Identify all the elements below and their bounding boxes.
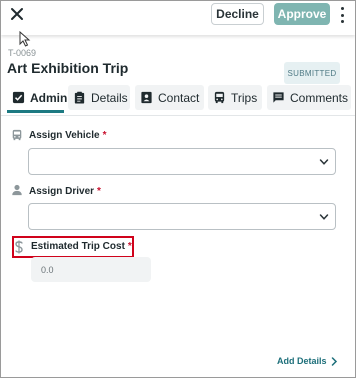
more-options-icon[interactable]: [336, 7, 348, 23]
tab-label: Comments: [290, 90, 349, 105]
tab-label: Contact: [158, 90, 200, 105]
status-badge: SUBMITTED: [284, 62, 340, 84]
tab-label: Details: [91, 90, 128, 105]
chevron-right-icon: [331, 356, 337, 366]
clipboard-icon: [74, 91, 85, 104]
assign-driver-label-text: Assign Driver: [29, 186, 95, 197]
chevron-down-icon: [319, 214, 329, 220]
dollar-icon: [15, 240, 23, 254]
estimated-trip-cost-input[interactable]: 0.0: [31, 257, 151, 282]
tab-trips[interactable]: Trips: [208, 85, 262, 110]
tab-admin[interactable]: Admin: [7, 85, 68, 110]
person-icon: [12, 184, 22, 196]
add-details-label: Add Details: [277, 356, 327, 366]
app-window: Decline Approve T-0069 Art Exhibition Tr…: [0, 0, 356, 378]
comment-icon: [273, 92, 284, 103]
close-icon[interactable]: [9, 6, 25, 22]
add-details-link[interactable]: Add Details: [277, 356, 338, 366]
tab-comments[interactable]: Comments: [267, 85, 351, 110]
estimated-trip-cost-label: Estimated Trip Cost *: [31, 241, 132, 252]
assign-vehicle-label-text: Assign Vehicle: [29, 130, 100, 141]
mouse-cursor-icon: [19, 31, 31, 47]
trip-id: T-0069: [8, 48, 37, 58]
tab-label: Admin: [30, 90, 68, 105]
bus-icon: [214, 91, 225, 104]
tab-details[interactable]: Details: [68, 85, 130, 110]
tab-bar: Admin Details Contact Trips Comments: [7, 85, 351, 113]
tab-label: Trips: [231, 90, 258, 105]
required-mark: *: [127, 241, 132, 252]
bus-icon: [12, 129, 22, 141]
assign-vehicle-label: Assign Vehicle *: [29, 130, 107, 141]
active-tab-indicator: [7, 110, 64, 113]
page-title: Art Exhibition Trip: [7, 60, 129, 76]
assign-driver-label: Assign Driver *: [29, 186, 101, 197]
decline-button[interactable]: Decline: [211, 3, 264, 25]
divider: [1, 115, 355, 116]
required-mark: *: [97, 186, 101, 197]
contact-card-icon: [141, 91, 152, 104]
required-mark: *: [102, 130, 107, 141]
admin-check-icon: [12, 91, 25, 104]
estimated-trip-cost-label-text: Estimated Trip Cost: [31, 241, 125, 252]
assign-driver-select[interactable]: [28, 203, 336, 230]
assign-vehicle-select[interactable]: [28, 148, 336, 175]
top-bar: Decline Approve: [1, 1, 355, 35]
chevron-down-icon: [319, 159, 329, 165]
approve-button[interactable]: Approve: [274, 3, 330, 25]
tab-contact[interactable]: Contact: [135, 85, 204, 110]
